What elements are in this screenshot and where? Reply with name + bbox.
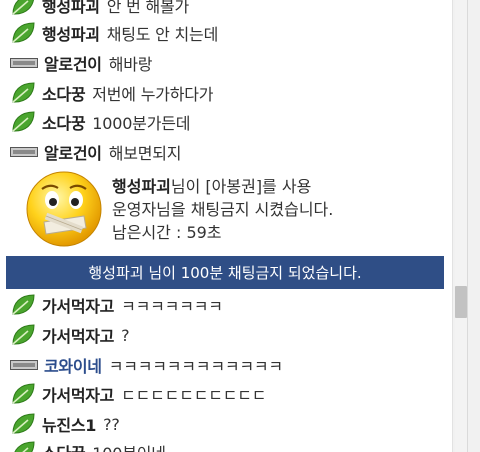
chat-text: 해바랑: [108, 55, 153, 74]
chat-nickname[interactable]: 알로건이: [44, 51, 102, 75]
chat-text: ㅋㅋㅋㅋㅋㅋㅋㅋㅋㅋㅋㅋ: [108, 357, 283, 376]
chat-message: 행성파괴 채팅도 안 치는데: [10, 19, 218, 47]
notice-nickname[interactable]: 행성파괴: [112, 177, 171, 196]
chat-nickname[interactable]: 가서먹자고: [42, 382, 114, 406]
chat-nickname[interactable]: 소다꿍: [42, 440, 86, 452]
chat-log: 행성파괴 안 번 해볼가 행성파괴 채팅도 안 치는데 알로건이 해바랑 소다꿍…: [0, 0, 452, 452]
chat-nickname[interactable]: 가서먹자고: [42, 323, 114, 347]
leaf-icon: [12, 294, 35, 315]
chat-message: 코와이네 ㅋㅋㅋㅋㅋㅋㅋㅋㅋㅋㅋㅋ: [10, 351, 283, 379]
chat-message: 소다꿍 1000분가든데: [10, 108, 190, 136]
leaf-icon: [12, 111, 35, 132]
notice-text: 님을 채팅금지 시켰습니다.: [156, 200, 334, 219]
chat-nickname[interactable]: 뉴진스1: [42, 412, 96, 436]
leaf-icon: [12, 22, 35, 43]
chat-scrollbar[interactable]: [452, 0, 480, 452]
chat-text: ㄷㄷㄷㄷㄷㄷㄷㄷㄷㄷ: [121, 386, 267, 405]
chat-message: 가서먹자고 ㅋㅋㅋㅋㅋㅋㅋ: [10, 291, 223, 319]
notice-remaining-time: 남은시간 : 59초: [112, 223, 222, 242]
chat-nickname[interactable]: 행성파괴: [42, 21, 100, 45]
chat-text: ㅋㅋㅋㅋㅋㅋㅋ: [121, 297, 223, 316]
chat-nickname[interactable]: 소다꿍: [42, 81, 86, 105]
bar-icon: [10, 147, 38, 157]
chat-nickname[interactable]: 가서먹자고: [42, 293, 114, 317]
leaf-icon: [12, 82, 35, 103]
bar-icon: [10, 360, 38, 370]
chat-text: 100분이네: [92, 440, 166, 452]
chat-text: 해보면되지: [108, 144, 182, 163]
bar-icon: [10, 58, 38, 68]
chat-text: 저번에 누가하다가: [92, 85, 214, 104]
scrollbar-thumb[interactable]: [455, 286, 467, 318]
chat-nickname[interactable]: 소다꿍: [42, 110, 86, 134]
scrollbar-track[interactable]: [455, 0, 468, 452]
leaf-icon: [12, 383, 35, 404]
chat-text: ?: [121, 325, 130, 345]
chat-message: 소다꿍 저번에 누가하다가: [10, 79, 214, 107]
chat-text: 안 번 해볼가: [106, 0, 190, 16]
chat-nickname[interactable]: 코와이네: [44, 353, 102, 377]
system-notice: 행성파괴님이 [아봉권]를 사용 운영자님을 채팅금지 시켰습니다. 남은시간 …: [24, 170, 444, 248]
chat-message: 알로건이 해바랑: [10, 49, 152, 77]
notice-nickname: 운영자: [112, 200, 157, 219]
leaf-icon: [14, 441, 35, 452]
taped-mouth-emoji-icon: [26, 171, 102, 247]
chat-text: 1000분가든데: [92, 114, 191, 133]
chat-message: 알로건이 해보면되지: [10, 138, 181, 166]
leaf-icon: [12, 413, 35, 434]
chat-message: 뉴진스1 ??: [10, 410, 120, 438]
chat-message: 가서먹자고 ㄷㄷㄷㄷㄷㄷㄷㄷㄷㄷ: [10, 380, 267, 408]
chat-nickname[interactable]: 알로건이: [44, 140, 102, 164]
notice-text: 님이 [아봉권]를 사용: [170, 177, 312, 196]
chat-message: 가서먹자고 ?: [10, 321, 130, 349]
leaf-icon: [12, 0, 34, 15]
chat-text: ??: [103, 414, 120, 434]
chat-nickname[interactable]: 행성파괴: [42, 0, 100, 17]
leaf-icon: [12, 324, 35, 345]
chat-message: 행성파괴 안 번 해볼가: [10, 0, 189, 19]
chat-message: 소다꿍 100분이네: [10, 438, 166, 452]
chat-ban-banner: 행성파괴 님이 100분 채팅금지 되었습니다.: [6, 256, 444, 289]
chat-text: 채팅도 안 치는데: [106, 25, 219, 44]
